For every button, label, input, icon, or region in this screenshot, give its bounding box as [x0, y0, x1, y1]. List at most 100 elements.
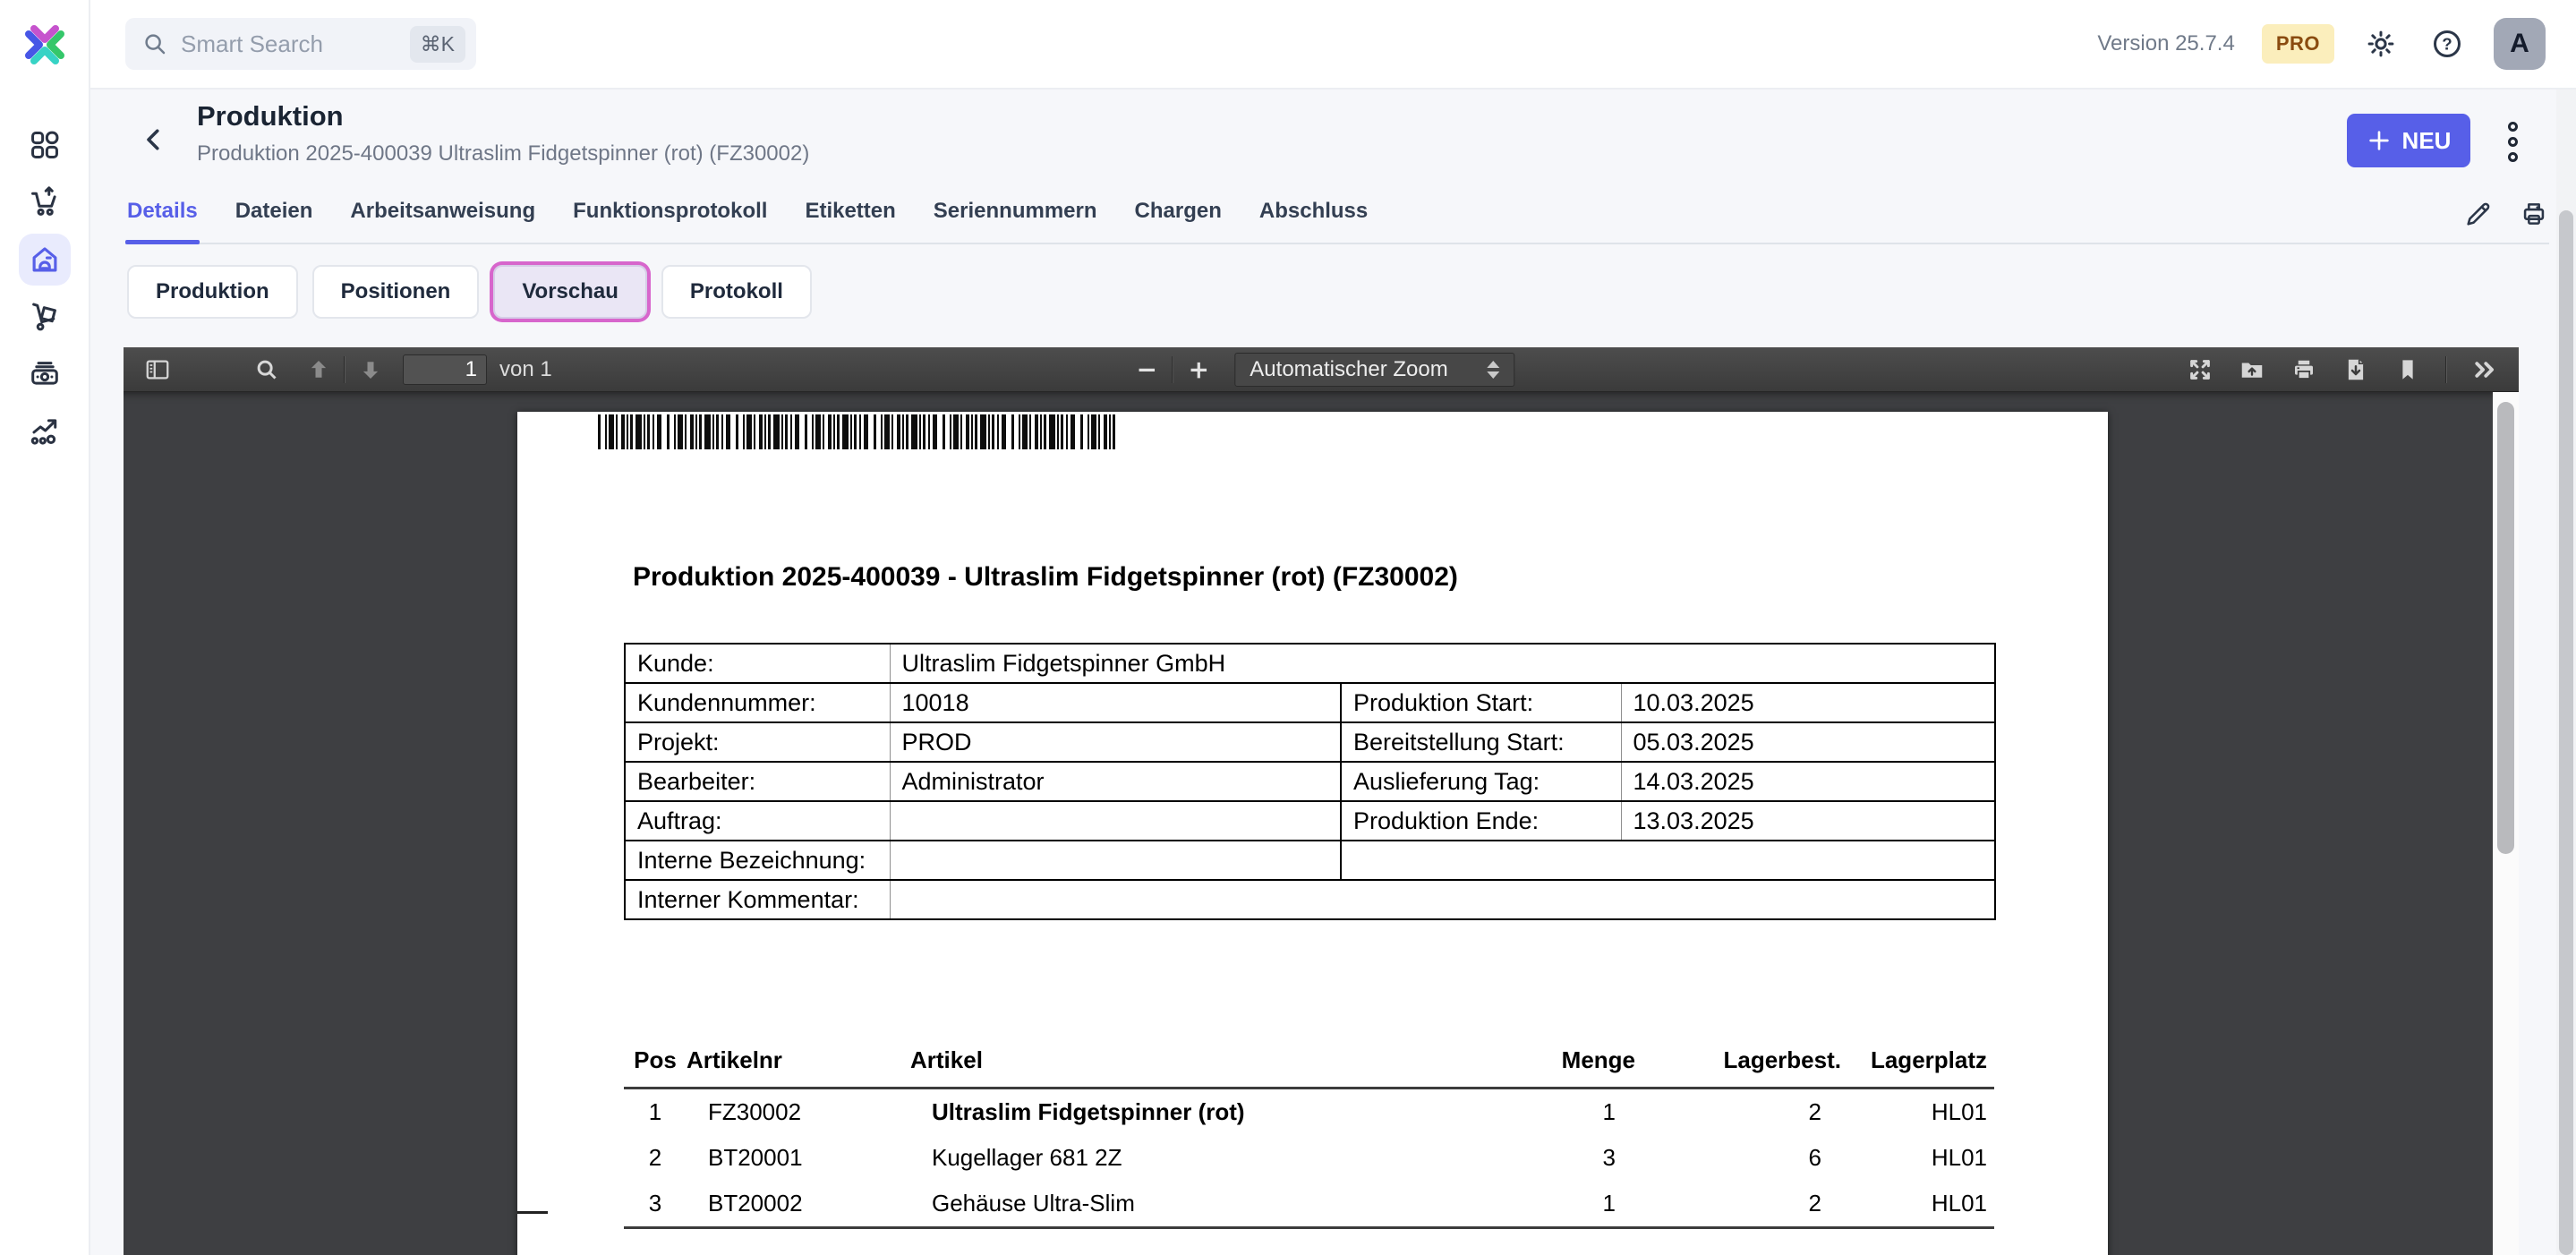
pdf-search-icon — [253, 356, 280, 383]
search-icon — [141, 30, 168, 57]
sidebar-item-production[interactable] — [19, 234, 71, 286]
window-scrollbar[interactable] — [2556, 90, 2576, 1255]
help-circle-icon: ? — [2431, 28, 2463, 60]
tab-dateien[interactable]: Dateien — [234, 190, 315, 243]
sidebar-item-logistics[interactable] — [19, 290, 71, 342]
next-page-button[interactable] — [351, 352, 390, 388]
tab-arbeitsanweisung[interactable]: Arbeitsanweisung — [348, 190, 537, 243]
tab-details[interactable]: Details — [125, 190, 200, 243]
page-up-icon — [305, 356, 332, 383]
zoom-out-button[interactable] — [1127, 352, 1166, 388]
production-building-icon — [28, 243, 62, 277]
settings-button[interactable] — [2361, 24, 2401, 64]
page-down-icon — [357, 356, 384, 383]
pdf-scrollbar[interactable] — [2493, 392, 2519, 1255]
cart-arrow-up-icon — [28, 184, 62, 218]
cash-register-icon — [28, 356, 62, 390]
page-subtitle: Produktion 2025-400039 Ultraslim Fidgets… — [197, 141, 809, 166]
page-title: Produktion — [197, 100, 809, 132]
sidebar-item-sales[interactable] — [19, 175, 71, 227]
tab-etiketten[interactable]: Etiketten — [803, 190, 897, 243]
back-button[interactable] — [138, 124, 170, 156]
table-row: 3 BT20002 Gehäuse Ultra-Slim 1 2 HL01 — [624, 1182, 1994, 1228]
pencil-icon — [2463, 199, 2494, 229]
table-row: Bearbeiter: Administrator Auslieferung T… — [625, 762, 1995, 801]
edit-button[interactable] — [2463, 199, 2494, 232]
table-row: Interner Kommentar: — [625, 880, 1995, 919]
presentation-mode-button[interactable] — [2180, 352, 2220, 388]
view-switch-chips: Produktion Positionen Vorschau Protokoll — [127, 265, 812, 319]
tools-button[interactable] — [2465, 352, 2504, 388]
zoom-mode-select[interactable]: Automatischer Zoom — [1234, 353, 1514, 387]
table-header-row: Pos Artikelnr Artikel Menge Lagerbest. L… — [624, 1043, 1994, 1089]
table-row: Kunde: Ultraslim Fidgetspinner GmbH — [625, 644, 1995, 683]
fold-mark — [517, 1211, 548, 1214]
chip-positionen[interactable]: Positionen — [312, 265, 480, 319]
page-number-input[interactable] — [403, 354, 487, 385]
double-chevron-right-icon — [2471, 356, 2498, 383]
zoom-out-icon — [1133, 356, 1160, 383]
svg-text:?: ? — [2442, 35, 2452, 54]
sidebar-item-finance[interactable] — [19, 347, 71, 399]
topbar: ⌘K Version 25.7.4 PRO ? A — [90, 0, 2576, 90]
version-label: Version 25.7.4 — [2097, 31, 2234, 56]
select-arrows-icon — [1488, 361, 1500, 379]
sidebar-item-analytics[interactable] — [19, 405, 71, 457]
table-row: Auftrag: Produktion Ende: 13.03.2025 — [625, 801, 1995, 841]
chip-protokoll[interactable]: Protokoll — [661, 265, 812, 319]
table-row: Interne Bezeichnung: — [625, 841, 1995, 880]
search-shortcut-badge: ⌘K — [410, 26, 465, 63]
zoom-in-button[interactable] — [1179, 352, 1218, 388]
production-info-table: Kunde: Ultraslim Fidgetspinner GmbH Kund… — [624, 643, 1996, 920]
tab-seriennummern[interactable]: Seriennummern — [932, 190, 1099, 243]
chip-produktion[interactable]: Produktion — [127, 265, 298, 319]
more-actions-button[interactable] — [2499, 116, 2526, 166]
app-window: ⌘K Version 25.7.4 PRO ? A — [0, 0, 2576, 1255]
pdf-viewer: von 1 Automatischer Zoom — [124, 347, 2519, 1255]
open-file-button[interactable] — [2232, 352, 2272, 388]
detail-tabs: Details Dateien Arbeitsanweisung Funktio… — [125, 190, 2549, 244]
help-button[interactable]: ? — [2427, 24, 2467, 64]
barcode — [598, 414, 1130, 449]
table-row: 1 FZ30002 Ultraslim Fidgetspinner (rot) … — [624, 1089, 1994, 1135]
presentation-mode-icon — [2187, 356, 2213, 383]
pdf-print-button[interactable] — [2284, 352, 2324, 388]
user-avatar[interactable]: A — [2494, 18, 2546, 70]
xentral-logo — [20, 20, 70, 70]
printer-icon — [2519, 199, 2549, 229]
page-count-label: von 1 — [499, 357, 552, 382]
pdf-search-button[interactable] — [247, 352, 286, 388]
gear-icon — [2365, 28, 2397, 60]
chevron-left-icon — [138, 124, 170, 156]
print-button[interactable] — [2519, 199, 2549, 232]
window-scrollbar-thumb[interactable] — [2559, 210, 2573, 1255]
zoom-in-icon — [1185, 356, 1212, 383]
hand-truck-icon — [28, 299, 62, 333]
positions-table: Pos Artikelnr Artikel Menge Lagerbest. L… — [624, 1043, 1994, 1229]
download-icon — [2342, 356, 2369, 383]
toggle-sidebar-button[interactable] — [138, 352, 177, 388]
tab-abschluss[interactable]: Abschluss — [1258, 190, 1369, 243]
bookmark-icon — [2394, 356, 2421, 383]
tab-chargen[interactable]: Chargen — [1133, 190, 1224, 243]
tab-funktionsprotokoll[interactable]: Funktionsprotokoll — [571, 190, 769, 243]
download-button[interactable] — [2336, 352, 2376, 388]
apps-grid-icon — [28, 128, 62, 162]
open-file-icon — [2239, 356, 2265, 383]
toggle-sidebar-icon — [144, 356, 171, 383]
pdf-print-icon — [2290, 356, 2317, 383]
smart-search[interactable]: ⌘K — [125, 18, 476, 70]
pdf-scrollbar-thumb[interactable] — [2497, 402, 2514, 854]
new-button[interactable]: NEU — [2347, 114, 2470, 167]
trend-chart-icon — [28, 414, 62, 448]
search-input[interactable] — [181, 30, 410, 58]
page-header: Produktion Produktion 2025-400039 Ultras… — [125, 98, 2549, 181]
sidebar-item-dashboard[interactable] — [19, 119, 71, 171]
pdf-toolbar: von 1 Automatischer Zoom — [124, 347, 2519, 392]
table-row: 2 BT20001 Kugellager 681 2Z 3 6 HL01 — [624, 1135, 1994, 1182]
current-view-button[interactable] — [2388, 352, 2427, 388]
plan-badge: PRO — [2262, 24, 2334, 64]
plus-icon — [2367, 128, 2392, 153]
chip-vorschau[interactable]: Vorschau — [493, 265, 647, 319]
previous-page-button[interactable] — [299, 352, 338, 388]
